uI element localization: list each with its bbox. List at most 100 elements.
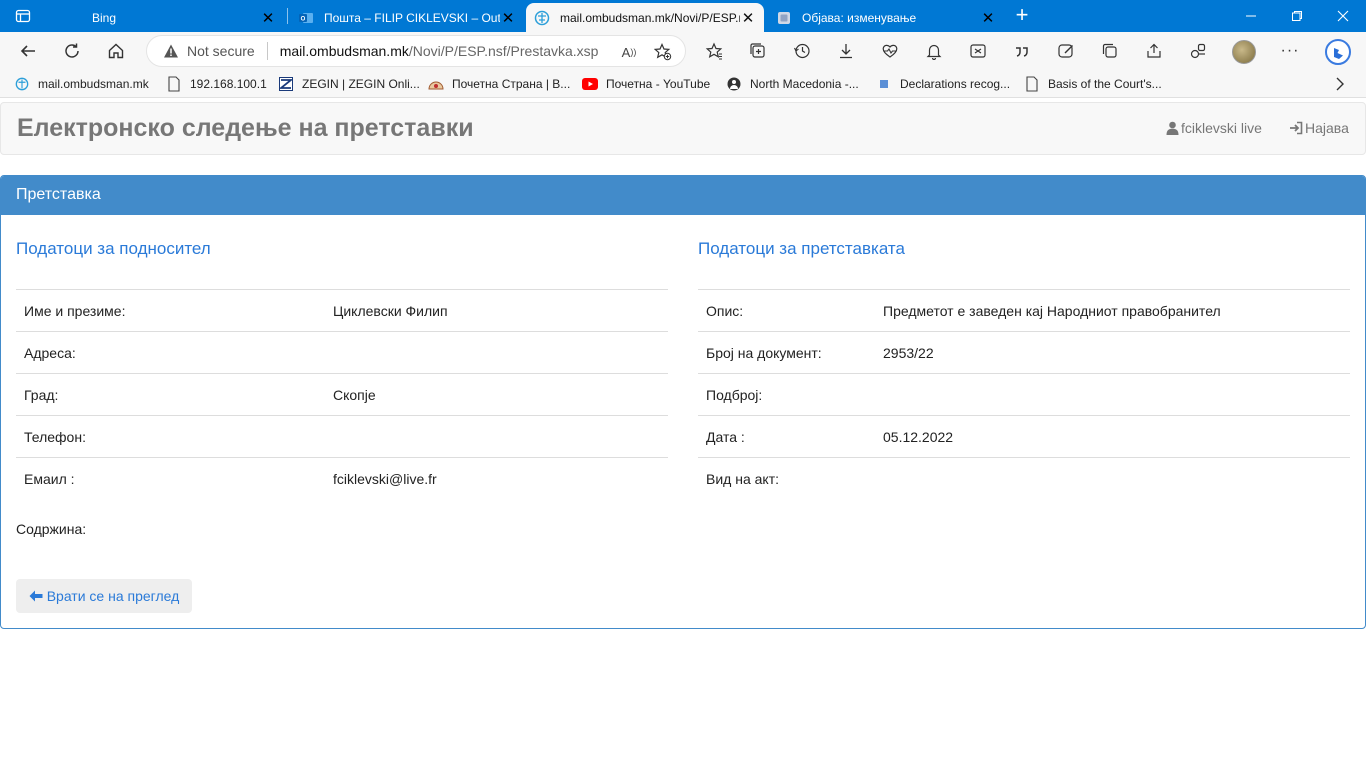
youtube-icon — [582, 76, 598, 92]
table-row: Опис: Предметот е заведен кај Народниот … — [698, 289, 1350, 332]
petition-section-title: Податоци за претставката — [698, 239, 905, 258]
row-value: Скопје — [325, 373, 668, 416]
close-icon[interactable]: ✕ — [500, 10, 516, 27]
tab-bing[interactable]: Bing ✕ — [58, 3, 284, 32]
row-label: Подброј: — [698, 373, 875, 416]
user-link[interactable]: fciklevski live — [1165, 120, 1262, 136]
close-icon[interactable]: ✕ — [260, 10, 276, 27]
collections-add-icon[interactable] — [744, 37, 772, 65]
new-tab-button[interactable]: + — [1010, 4, 1034, 28]
page-title[interactable]: Електронско следење на претставки — [17, 114, 474, 143]
close-window-button[interactable] — [1320, 0, 1366, 32]
back-to-overview-button[interactable]: Врати се на преглед — [16, 579, 192, 613]
favorite-zegin[interactable]: ZEGIN | ZEGIN Onli... — [278, 74, 420, 94]
url-text[interactable]: mail.ombudsman.mk/Novi/P/ESP.nsf/Prestav… — [280, 43, 606, 59]
warning-icon[interactable] — [161, 41, 181, 61]
chevron-right-icon[interactable] — [1330, 74, 1350, 94]
user-name: fciklevski live — [1181, 120, 1262, 136]
favorite-pocetna[interactable]: Почетна Страна | B... — [428, 74, 570, 94]
tab-objava[interactable]: Објава: изменување ✕ — [768, 3, 1004, 32]
table-row: Подброј: — [698, 373, 1350, 416]
globe-icon — [726, 76, 742, 92]
refresh-icon[interactable] — [58, 37, 86, 65]
back-button-label: Врати се на преглед — [46, 588, 180, 604]
row-label: Дата : — [698, 415, 875, 458]
row-label: Град: — [16, 373, 325, 416]
math-solver-icon[interactable] — [964, 37, 992, 65]
performance-icon[interactable] — [876, 37, 904, 65]
tab-outlook[interactable]: O Пошта – FILIP CIKLEVSKI – Outlook ✕ — [290, 3, 524, 32]
row-label: Телефон: — [16, 415, 325, 458]
restore-button[interactable] — [1274, 0, 1320, 32]
content-label: Содржина: — [16, 521, 87, 537]
page-icon — [166, 76, 182, 92]
favorite-basis-court[interactable]: Basis of the Court's... — [1024, 74, 1162, 94]
tab-actions-icon[interactable] — [8, 4, 38, 28]
home-icon[interactable] — [102, 37, 130, 65]
tab-title: Објава: изменување — [802, 10, 917, 25]
log-in-icon — [1289, 121, 1303, 135]
favorite-north-macedonia[interactable]: North Macedonia -... — [726, 74, 859, 94]
favorite-mail-ombudsman[interactable]: mail.ombudsman.mk — [14, 74, 149, 94]
row-label: Број на документ: — [698, 331, 875, 374]
more-options-icon[interactable]: ··· — [1276, 37, 1304, 65]
panel-heading: Претставка — [1, 176, 1365, 215]
ombudsman-site-icon — [534, 10, 550, 26]
minimize-button[interactable] — [1228, 0, 1274, 32]
row-label: Емаил : — [16, 457, 325, 500]
row-label: Адреса: — [16, 331, 325, 374]
favorite-label: Почетна Страна | B... — [452, 77, 571, 91]
favorites-bar: mail.ombudsman.mk 192.168.100.1 ZEGIN | … — [0, 70, 1366, 98]
notifications-icon[interactable] — [920, 37, 948, 65]
submitter-table: Име и презиме: Циклевски Филип Адреса: Г… — [16, 289, 668, 500]
row-value — [325, 331, 668, 374]
outlook-icon: O — [298, 10, 314, 26]
profile-avatar[interactable] — [1232, 40, 1256, 64]
address-bar[interactable]: Not secure mail.ombudsman.mk/Novi/P/ESP.… — [146, 35, 686, 67]
svg-text:O: O — [301, 16, 306, 22]
bing-icon — [66, 10, 82, 26]
add-favorite-icon[interactable] — [653, 42, 673, 62]
login-link[interactable]: Најава — [1289, 120, 1349, 136]
petition-table: Опис: Предметот е заведен кај Народниот … — [698, 289, 1350, 500]
extensions-icon[interactable] — [1096, 37, 1124, 65]
browser-essentials-icon[interactable] — [1052, 37, 1080, 65]
tab-title: mail.ombudsman.mk/Novi/P/ESP.nsf — [560, 10, 740, 25]
games-icon[interactable] — [1184, 37, 1212, 65]
not-secure-label[interactable]: Not secure — [187, 43, 255, 59]
back-icon[interactable] — [14, 37, 42, 65]
url-host: mail.ombudsman.mk — [279, 43, 409, 59]
favorite-youtube[interactable]: Почетна - YouTube — [582, 74, 710, 94]
row-value: 05.12.2022 — [875, 415, 1350, 458]
site-navbar: Електронско следење на претставки fcikle… — [0, 102, 1366, 155]
favorite-router[interactable]: 192.168.100.1 — [166, 74, 267, 94]
favorite-label: Declarations recog... — [900, 77, 1011, 91]
bing-copilot-icon[interactable] — [1322, 36, 1354, 68]
history-icon[interactable] — [788, 37, 816, 65]
tab-divider — [287, 8, 288, 24]
read-aloud-icon[interactable]: A)) — [619, 42, 639, 62]
tab-ombudsman[interactable]: mail.ombudsman.mk/Novi/P/ESP.nsf ✕ — [526, 3, 764, 32]
tab-title: Пошта – FILIP CIKLEVSKI – Outlook — [324, 10, 500, 25]
close-icon[interactable]: ✕ — [740, 10, 756, 27]
row-value: Предметот е заведен кај Народниот правоб… — [875, 289, 1350, 332]
petition-panel: Претставка Податоци за подносител Подато… — [0, 175, 1366, 629]
row-value — [325, 415, 668, 458]
row-value: 2953/22 — [875, 331, 1350, 374]
favorites-icon[interactable] — [700, 37, 728, 65]
row-value: fciklevski@live.fr — [325, 457, 668, 500]
row-value — [875, 457, 1350, 500]
login-label: Најава — [1305, 120, 1349, 136]
row-label: Вид на акт: — [698, 457, 875, 500]
table-row: Име и презиме: Циклевски Филип — [16, 289, 668, 332]
favorite-label: mail.ombudsman.mk — [38, 77, 149, 91]
favorite-declarations[interactable]: Declarations recog... — [876, 74, 1010, 94]
quote-icon[interactable] — [1008, 37, 1036, 65]
close-icon[interactable]: ✕ — [980, 10, 996, 27]
downloads-icon[interactable] — [832, 37, 860, 65]
share-icon[interactable] — [1140, 37, 1168, 65]
table-row: Дата : 05.12.2022 — [698, 415, 1350, 458]
row-value: Циклевски Филип — [325, 289, 668, 332]
row-label: Име и презиме: — [16, 289, 325, 332]
document-icon — [876, 76, 892, 92]
